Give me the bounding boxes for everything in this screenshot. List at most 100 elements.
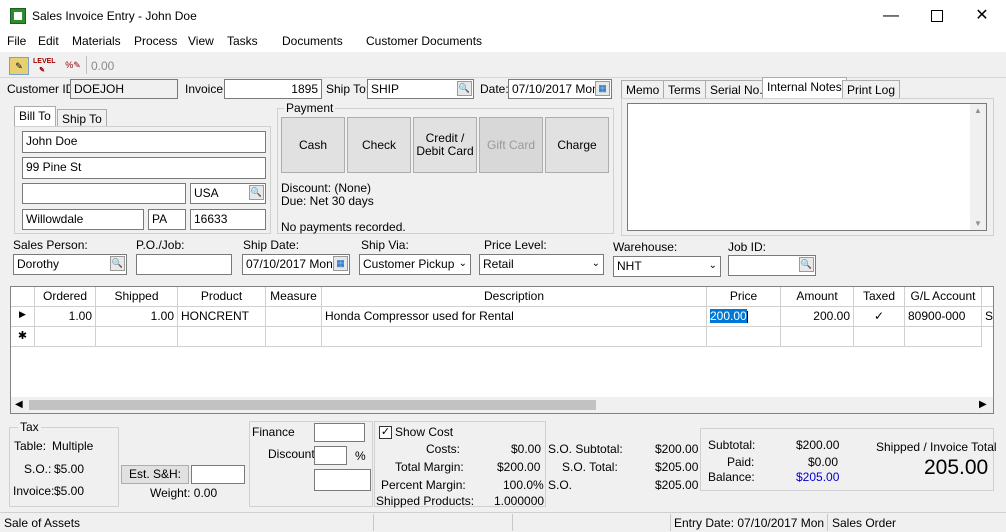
scroll-thumb[interactable]	[29, 400, 596, 410]
bill-to-country[interactable]: USA 🔍	[190, 183, 266, 204]
menu-customer-documents[interactable]: Customer Documents	[366, 34, 482, 48]
new-cell-measure[interactable]	[266, 327, 322, 347]
finance-amount-field[interactable]	[314, 469, 371, 491]
menu-edit[interactable]: Edit	[38, 34, 59, 48]
new-cell-price[interactable]	[707, 327, 781, 347]
cell-amount[interactable]: 200.00	[781, 307, 854, 327]
warehouse-select[interactable]: NHT ⌄	[613, 256, 721, 277]
menu-process[interactable]: Process	[134, 34, 177, 48]
cell-price-editing[interactable]: 200.00	[707, 307, 781, 327]
customer-id-field[interactable]: DOEJOH	[70, 79, 178, 99]
menu-view[interactable]: View	[188, 34, 214, 48]
notes-scrollbar[interactable]: ▲ ▼	[970, 104, 986, 230]
new-cell-description[interactable]	[322, 327, 707, 347]
cell-shipped[interactable]: 1.00	[96, 307, 178, 327]
new-cell-amount[interactable]	[781, 327, 854, 347]
line-items-grid[interactable]: Ordered Shipped Product Measure Descript…	[10, 286, 994, 414]
bill-to-name[interactable]: John Doe	[22, 131, 266, 153]
column-header-amount[interactable]: Amount	[781, 287, 854, 307]
new-cell-product[interactable]	[178, 327, 266, 347]
search-icon[interactable]: 🔍	[799, 257, 814, 272]
po-field[interactable]	[136, 254, 232, 275]
price-level-select[interactable]: Retail ⌄	[479, 254, 604, 275]
column-header-description[interactable]: Description	[322, 287, 707, 307]
column-header-shipped[interactable]: Shipped	[96, 287, 178, 307]
new-cell-taxed[interactable]	[854, 327, 905, 347]
scroll-right-icon[interactable]: ▶	[979, 399, 987, 410]
new-cell-shipped[interactable]	[96, 327, 178, 347]
cash-button[interactable]: Cash	[281, 117, 345, 173]
job-id-field[interactable]: 🔍	[728, 255, 816, 276]
bill-to-city[interactable]: Willowdale	[22, 209, 144, 230]
row-selector-current[interactable]: ▶	[11, 307, 35, 327]
menu-tasks[interactable]: Tasks	[227, 34, 258, 48]
column-header-taxed[interactable]: Taxed	[854, 287, 905, 307]
cell-measure[interactable]	[266, 307, 322, 327]
scroll-left-icon[interactable]: ◀	[15, 399, 23, 410]
date-field[interactable]: 07/10/2017 Mon ▦	[508, 79, 612, 99]
new-cell-gl-account[interactable]	[905, 327, 982, 347]
finance-field[interactable]	[314, 423, 365, 442]
cell-taxed-check-icon[interactable]: ✓	[854, 307, 905, 327]
bill-to-line2[interactable]	[22, 183, 186, 204]
column-header-ordered[interactable]: Ordered	[35, 287, 96, 307]
chevron-down-icon[interactable]: ⌄	[459, 258, 467, 269]
cell-gl-account[interactable]: 80900-000	[905, 307, 982, 327]
scroll-up-icon[interactable]: ▲	[974, 106, 982, 115]
row-selector-new[interactable]: ✱	[11, 327, 35, 347]
cell-price-selected-text: 200.00	[710, 309, 747, 323]
discount-icon[interactable]: %✎	[64, 57, 82, 73]
internal-notes-textarea[interactable]: ▲ ▼	[627, 103, 987, 231]
scroll-down-icon[interactable]: ▼	[974, 219, 982, 228]
column-header-gl-account[interactable]: G/L Account	[905, 287, 982, 307]
menu-file[interactable]: File	[7, 34, 26, 48]
bill-to-zip[interactable]: 16633	[190, 209, 266, 230]
est-sh-field[interactable]	[191, 465, 245, 484]
price-level-label: Price Level:	[484, 238, 547, 252]
charge-button[interactable]: Charge	[545, 117, 609, 173]
column-header-price[interactable]: Price	[707, 287, 781, 307]
tab-serial-no[interactable]: Serial No.	[705, 80, 768, 99]
bill-to-street[interactable]: 99 Pine St	[22, 157, 266, 179]
grid-horizontal-scrollbar[interactable]: ◀ ▶	[11, 397, 993, 413]
credit-debit-card-button[interactable]: Credit / Debit Card	[413, 117, 477, 173]
maximize-icon[interactable]	[913, 0, 959, 32]
menu-documents[interactable]: Documents	[282, 34, 343, 48]
new-cell-ordered[interactable]	[35, 327, 96, 347]
tab-internal-notes[interactable]: Internal Notes	[762, 77, 847, 99]
menu-materials[interactable]: Materials	[72, 34, 121, 48]
search-icon[interactable]: 🔍	[457, 81, 472, 96]
column-header-product[interactable]: Product	[178, 287, 266, 307]
cell-extra[interactable]: S	[982, 307, 993, 327]
search-icon[interactable]: 🔍	[249, 185, 264, 200]
calendar-icon[interactable]: ▦	[333, 256, 348, 271]
ship-via-select[interactable]: Customer Pickup ⌄	[359, 254, 471, 275]
pencil-icon[interactable]: ✎	[9, 57, 29, 75]
chevron-down-icon[interactable]: ⌄	[709, 260, 717, 271]
cell-ordered[interactable]: 1.00	[35, 307, 96, 327]
tab-terms[interactable]: Terms	[663, 80, 706, 99]
show-cost-checkbox[interactable]: ✓	[379, 426, 392, 439]
ship-date-field[interactable]: 07/10/2017 Mon ▦	[242, 254, 350, 275]
calendar-icon[interactable]: ▦	[595, 81, 610, 96]
tab-memo[interactable]: Memo	[621, 80, 665, 99]
bill-to-state[interactable]: PA	[148, 209, 186, 230]
sales-person-field[interactable]: Dorothy 🔍	[13, 254, 127, 275]
cell-description[interactable]: Honda Compressor used for Rental	[322, 307, 707, 327]
est-sh-button[interactable]: Est. S&H:	[121, 465, 189, 484]
cell-product[interactable]: HONCRENT	[178, 307, 266, 327]
check-button[interactable]: Check	[347, 117, 411, 173]
level-icon[interactable]: LEVEL ✎	[33, 57, 56, 74]
minimize-icon[interactable]: —	[868, 0, 914, 32]
invoice-field[interactable]: 1895	[224, 79, 322, 99]
tab-ship-to[interactable]: Ship To	[57, 109, 107, 127]
discount-field[interactable]	[314, 446, 347, 465]
tab-print-log[interactable]: Print Log	[842, 80, 901, 99]
chevron-down-icon[interactable]: ⌄	[592, 258, 600, 269]
tab-bill-to[interactable]: Bill To	[14, 106, 56, 126]
search-icon[interactable]: 🔍	[110, 256, 125, 271]
close-icon[interactable]: ✕	[959, 0, 1005, 32]
column-header-measure[interactable]: Measure	[266, 287, 322, 307]
ship-to-field[interactable]: SHIP 🔍	[367, 79, 474, 99]
gift-card-button[interactable]: Gift Card	[479, 117, 543, 173]
